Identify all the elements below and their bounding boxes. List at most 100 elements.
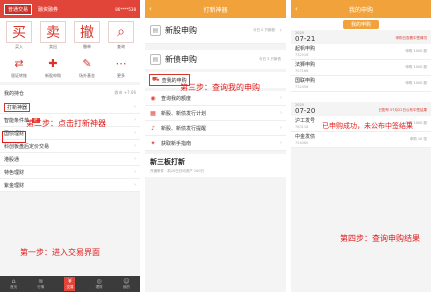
back-icon[interactable]: ‹ — [295, 5, 298, 13]
nav-home[interactable]: ⌂ 首页 — [10, 278, 17, 290]
grid-item-more[interactable]: ⋯ 更多 — [104, 54, 138, 79]
menu-row[interactable]: 紫金理财 › — [0, 179, 140, 192]
grid-item-label: 新股申购 — [45, 73, 61, 78]
grid-item-label: 银证转账 — [11, 73, 27, 78]
menu-row[interactable]: 特色理财 › — [0, 166, 140, 179]
menu-row-label: 港股通 — [4, 156, 20, 163]
annotation-step1: 第一步：进入交易界面 — [20, 248, 100, 257]
nav-market[interactable]: ≋ 行情 — [37, 278, 44, 290]
date-label: 07-20 — [295, 107, 316, 115]
subscription-amount: 申购 1000 股 — [405, 65, 427, 69]
search-icon: ⌕ — [108, 21, 134, 43]
grid-item-sell[interactable]: 卖卖出 — [36, 21, 70, 50]
subscription-header: ‹ 我的申购 — [291, 0, 431, 18]
tool-list-label: 新股、新债发行提醒 — [161, 125, 207, 132]
tab-normal-trade[interactable]: 普通交易 — [4, 3, 33, 15]
chevron-right-icon: › — [134, 156, 136, 162]
ipo-tool-list: ◉ 查询我的额度 › ▦ 新股、新债发行计划 › ♪ 新股、新债发行提醒 › ✦ 获取新手指南 › — [145, 91, 286, 151]
tool-list-item[interactable]: ◉ 查询我的额度 › — [145, 91, 286, 106]
card-meta: 今日 3 只新债 — [259, 57, 281, 61]
grid-item-label: 场外基金 — [79, 73, 95, 78]
market-icon: ≋ — [38, 278, 44, 285]
finance-icon: ◎ — [96, 278, 102, 285]
subscription-name: 中金发债 — [295, 134, 316, 140]
nav-finance[interactable]: ◎ 理财 — [96, 278, 103, 290]
nav-label: 行情 — [37, 285, 45, 289]
grid-item-label: 卖出 — [49, 44, 57, 49]
page-title: 我的申购 — [348, 6, 373, 14]
ipo-tool-header: ‹ 打新神器 — [145, 0, 286, 18]
chevron-right-icon: › — [134, 130, 136, 136]
cart-icon: ⛟ — [152, 76, 160, 83]
ipo-icon: ✚ — [48, 56, 58, 70]
quota-icon: ◉ — [150, 94, 156, 102]
grid-item-cancel-order[interactable]: 撤撤单 — [70, 21, 104, 50]
subscription-amount: 申购 10 张 — [409, 137, 427, 141]
chevron-right-icon: › — [134, 104, 136, 110]
holding-title: 我的持仓 — [4, 90, 25, 97]
bottom-navigation: ⌂ 首页 ≋ 行情 ¥ 交易 ◎ 理财 ☺ 我的 — [0, 276, 140, 292]
highlight-ipo-tool — [2, 131, 26, 143]
subscription-row[interactable]: 中金发债 754060 申购 10 张 — [291, 132, 431, 148]
grid-item-label: 撤单 — [83, 44, 91, 49]
tool-list-item[interactable]: ✦ 获取新手指南 › — [145, 136, 286, 151]
chevron-right-icon: › — [134, 169, 136, 175]
tool-list-item[interactable]: ▦ 新股、新债发行计划 › — [145, 106, 286, 121]
menu-row-label: 打新神器 — [4, 102, 31, 112]
menu-row[interactable]: 港股通 › — [0, 153, 140, 166]
guide-icon: ✦ — [150, 139, 156, 147]
chevron-right-icon: › — [280, 110, 282, 116]
grid-item-fund[interactable]: ✎ 场外基金 — [70, 54, 104, 79]
chevron-right-icon: › — [280, 125, 282, 131]
date-header: 2020 07-20 已配号 07月22日公布中签结果 — [291, 102, 431, 116]
year-label: 2020 — [295, 31, 304, 35]
annotation-step2: 第二步：点击打新神器 — [26, 119, 106, 128]
grid-item-label: 查询 — [117, 44, 125, 49]
nav-label: 理财 — [95, 285, 103, 289]
grid-item-label: 买入 — [15, 44, 23, 49]
grid-item-ipo[interactable]: ✚ 新股申购 — [36, 54, 70, 79]
tool-list-label: 新股、新债发行计划 — [161, 110, 207, 117]
tab-margin-trade[interactable]: 融资融券 — [35, 5, 61, 14]
subscription-tabs: 我的申购 — [291, 18, 431, 30]
subscription-row[interactable]: 起帆申购 732516 申购 1000 股 — [291, 44, 431, 60]
grid-item-transfer[interactable]: ⇄ 银证转账 — [2, 54, 36, 79]
new-bond-card[interactable]: ▤ 新债申购 今日 3 只新债 — [145, 50, 286, 69]
tab-my-subscription[interactable]: 我的申购 — [342, 19, 379, 29]
year-label: 2020 — [295, 103, 304, 107]
subscription-row[interactable]: 国联申购 732456 申购 1000 股 — [291, 76, 431, 92]
subscription-amount: 申购 1000 股 — [405, 49, 427, 53]
nav-label: 交易 — [66, 285, 74, 289]
nav-user[interactable]: ☺ 我的 — [123, 278, 130, 290]
date-header: 2020 07-21 申购日查看中签情况 — [291, 30, 431, 44]
ipo-tool-screen: ‹ 打新神器 ▤ 新股申购 今日 0 只新股 › ▤ 新债申购 今日 3 只新债… — [145, 0, 286, 292]
transfer-icon: ⇄ — [14, 56, 24, 70]
subscription-row[interactable]: 法狮申购 707166 申购 1000 股 — [291, 60, 431, 76]
neeq-ipo-card[interactable]: 新三板打新 开通条件 · 前20日日均资产 100万 — [145, 154, 286, 177]
grid-item-buy[interactable]: 买买入 — [2, 21, 36, 50]
date-label: 07-21 — [295, 35, 316, 43]
nav-label: 我的 — [122, 285, 130, 289]
menu-row[interactable]: 打新神器 › — [0, 101, 140, 114]
account-number[interactable]: 86****538 — [115, 7, 136, 12]
card-meta: 今日 0 只新股 — [253, 28, 275, 32]
my-subscription-screen: ‹ 我的申购 我的申购 2020 07-21 申购日查看中签情况 起帆申购 732516… — [291, 0, 431, 292]
trade-menu-list: 打新神器 › 智能条件单新 › 国债理财 › 科创板盘后定价交易 › 港股通 › 特色理财 › 紫金理财… — [0, 101, 140, 192]
sell-icon: 卖 — [40, 21, 66, 43]
nav-trade[interactable]: ¥ 交易 — [64, 277, 76, 291]
new-stock-card[interactable]: ▤ 新股申购 今日 0 只新股 › — [145, 18, 286, 44]
back-icon[interactable]: ‹ — [149, 5, 152, 13]
chevron-right-icon: › — [280, 95, 282, 101]
result-badge-row: 中签结果将于2020.07.23公布 — [291, 92, 431, 111]
grid-item-search[interactable]: ⌕ 查询 — [104, 21, 138, 50]
annotation-result: 已申购成功，未公布中签结果 — [322, 122, 413, 130]
annotation-step3: 第三步：查询我的申购 — [180, 83, 260, 92]
fund-icon: ✎ — [82, 56, 92, 70]
annotation-step4: 第四步：查询申购结果 — [340, 234, 420, 243]
menu-row-label: 特色理财 — [4, 169, 25, 176]
tool-list-item[interactable]: ♪ 新股、新债发行提醒 › — [145, 121, 286, 136]
tool-list-label: 查询我的额度 — [161, 95, 192, 102]
neeq-subtitle: 开通条件 · 前20日日均资产 100万 — [150, 169, 205, 173]
holding-row[interactable]: 我的持仓 收市 +7.06 — [0, 85, 140, 101]
grid-item-label: 更多 — [117, 73, 125, 78]
